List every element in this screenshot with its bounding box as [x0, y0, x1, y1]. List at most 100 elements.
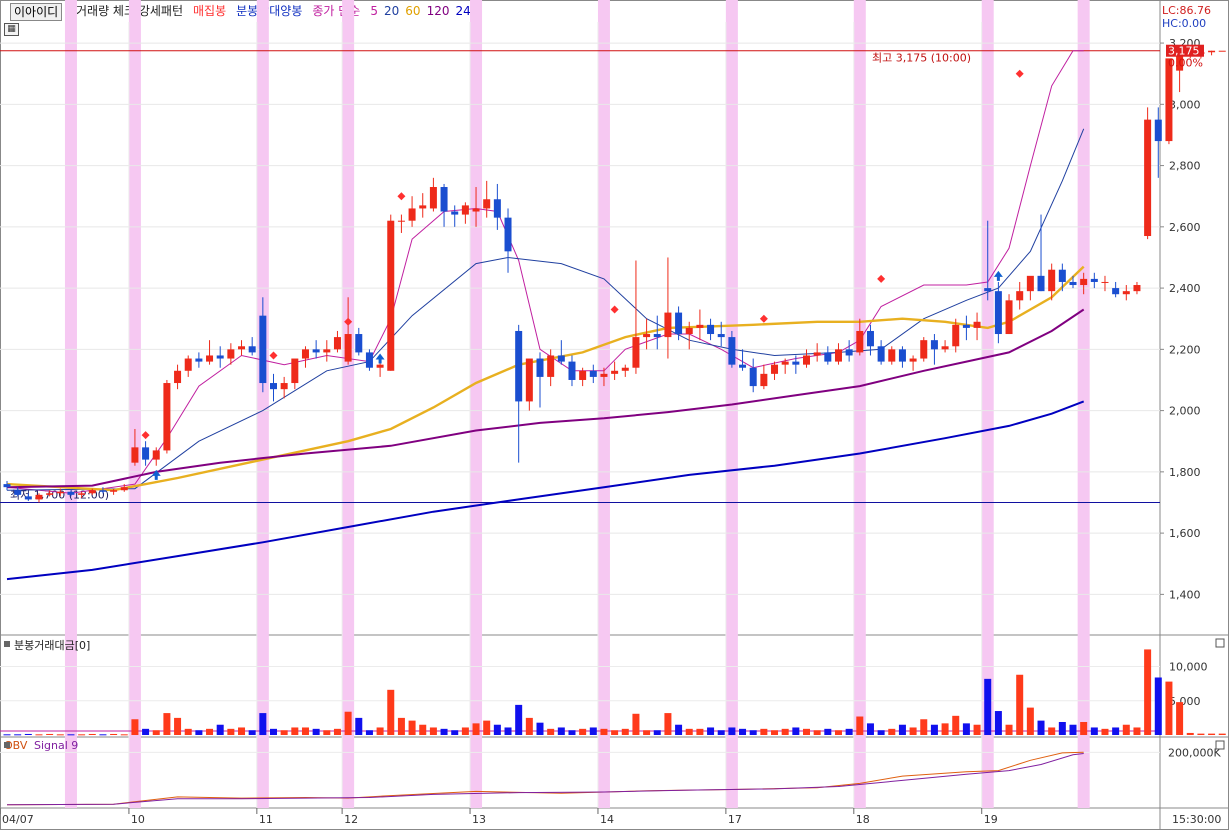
candle-body-7 [78, 493, 86, 495]
candle-42 [451, 205, 459, 227]
signal-diamond-2 [269, 351, 278, 360]
candle-103 [1101, 275, 1109, 292]
volume-bar-56 [600, 728, 608, 735]
candle-65 [696, 309, 704, 341]
volume-bar-86 [920, 719, 928, 735]
volume-bar-52 [557, 727, 565, 735]
volume-bar-51 [547, 728, 555, 735]
candle-body-24 [259, 315, 267, 384]
volume-panel-title: 분봉거래대금[0] [14, 639, 90, 652]
volume-bar-65 [696, 728, 704, 735]
x-label-5: 14 [600, 813, 614, 826]
volume-bar-27 [291, 727, 299, 735]
candle-88 [941, 340, 949, 353]
candle-body-91 [973, 321, 981, 328]
volume-bar-114 [1218, 733, 1226, 735]
volume-bar-87 [930, 724, 938, 735]
price-tick-label-1: 1,600 [1169, 527, 1201, 540]
volume-bar-46 [493, 724, 501, 735]
candle-57 [611, 361, 619, 380]
volume-panel-icon [4, 641, 10, 647]
day-highlight-4 [470, 0, 483, 808]
volume-bar-64 [685, 728, 693, 735]
candle-85 [909, 355, 917, 371]
candle-body-65 [696, 324, 704, 328]
x-label-6: 17 [728, 813, 742, 826]
candle-body-68 [728, 337, 736, 365]
candle-body-53 [568, 361, 576, 380]
candle-body-4 [46, 493, 54, 495]
volume-bar-15 [163, 713, 171, 735]
volume-bar-77 [824, 728, 832, 735]
volume-bar-108 [1154, 677, 1162, 735]
candle-96 [1026, 275, 1034, 301]
volume-bar-96 [1026, 707, 1034, 735]
volume-bar-99 [1058, 721, 1066, 735]
candle-body-78 [834, 349, 842, 362]
volume-bar-112 [1197, 733, 1205, 735]
candle-53 [568, 355, 576, 387]
volume-bar-22 [238, 727, 246, 735]
candle-body-80 [856, 330, 864, 353]
volume-bar-70 [749, 730, 757, 735]
volume-bar-104 [1112, 727, 1120, 735]
obv-close-icon [1215, 740, 1225, 750]
signal-arrow-4 [375, 353, 385, 364]
candle-body-36 [387, 220, 395, 371]
candle-body-17 [184, 358, 192, 371]
volume-bar-11 [120, 734, 128, 736]
candle-body-41 [440, 187, 448, 212]
candle-body-94 [1005, 300, 1013, 335]
day-highlight-1 [128, 0, 141, 808]
candle-body-51 [547, 355, 555, 377]
candle-90 [962, 315, 970, 341]
volume-bar-72 [771, 730, 779, 735]
obv-panel-icon [4, 742, 10, 748]
volume-bar-58 [621, 728, 629, 735]
candle-body-74 [792, 361, 800, 365]
volume-bar-55 [589, 727, 597, 735]
candle-93 [994, 281, 1002, 344]
volume-bar-16 [174, 717, 182, 735]
volume-bar-67 [717, 730, 725, 735]
candle-body-35 [376, 364, 384, 368]
candle-45 [483, 180, 491, 218]
volume-bar-13 [142, 728, 150, 735]
candle-body-38 [408, 208, 416, 221]
volume-bar-8 [88, 733, 96, 735]
candle-body-81 [866, 330, 874, 347]
candle-body-102 [1090, 278, 1098, 282]
volume-bar-19 [206, 728, 214, 735]
volume-bar-107 [1144, 649, 1152, 735]
candle-body-34 [365, 352, 373, 368]
candle-body-47 [504, 217, 512, 252]
volume-bar-25 [270, 728, 277, 735]
candle-body-49 [525, 358, 533, 402]
candle-body-45 [483, 199, 491, 209]
candle-body-48 [515, 330, 523, 402]
candle-72 [771, 361, 779, 380]
x-label-4: 13 [472, 813, 486, 826]
volume-bar-26 [280, 730, 288, 735]
candle-87 [930, 334, 938, 365]
candle-46 [493, 183, 501, 230]
volume-bar-95 [1016, 674, 1024, 735]
candle-body-2 [24, 496, 32, 500]
volume-bar-45 [483, 720, 491, 735]
volume-bar-92 [984, 678, 992, 735]
signal-diamond-0 [141, 431, 150, 440]
candle-body-23 [248, 346, 256, 353]
candle-30 [323, 340, 331, 362]
signal-diamond-8 [877, 274, 886, 283]
candle-body-18 [195, 358, 203, 362]
volume-bar-33 [355, 717, 363, 735]
candle-body-87 [930, 340, 938, 350]
volume-bar-2 [24, 733, 32, 735]
x-label-7: 18 [856, 813, 870, 826]
volume-bar-7 [78, 734, 86, 736]
price-tick-label-4: 2,200 [1169, 343, 1201, 356]
candle-body-52 [557, 355, 565, 362]
volume-bar-47 [504, 727, 512, 735]
candle-body-6 [67, 491, 75, 495]
candle-82 [877, 340, 885, 365]
